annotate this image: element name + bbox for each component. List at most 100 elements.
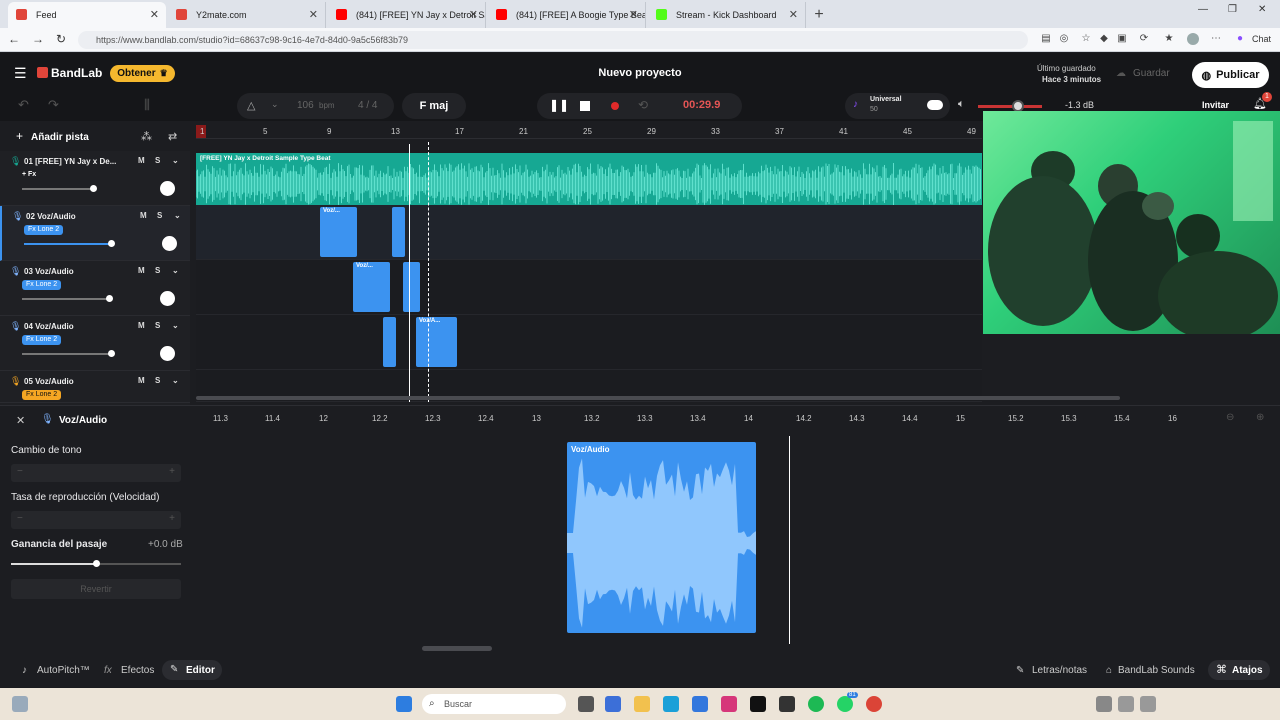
- track-volume-slider[interactable]: [24, 240, 115, 247]
- reader-icon[interactable]: ▤: [1040, 33, 1052, 45]
- time-signature[interactable]: 4 / 4: [358, 100, 377, 111]
- chat-label[interactable]: Chat: [1252, 34, 1271, 44]
- store-icon[interactable]: [692, 696, 708, 712]
- volume-knob[interactable]: [106, 295, 113, 302]
- auto-pitch-universal[interactable]: ♪ Universal 50: [845, 93, 950, 119]
- tiktok-icon[interactable]: [750, 696, 766, 712]
- fx-button[interactable]: + Fx: [22, 170, 36, 180]
- lyrics-notes-button[interactable]: Letras/notas: [1032, 665, 1087, 676]
- track-name[interactable]: [FREE] YN Jay x De...: [35, 157, 116, 166]
- editor-tab[interactable]: ✎ Editor: [162, 660, 222, 680]
- track-volume-slider[interactable]: [22, 350, 115, 357]
- audio-clip[interactable]: [392, 207, 405, 257]
- get-membership-button[interactable]: Obtener ♛: [110, 65, 175, 82]
- minus-icon[interactable]: −: [17, 466, 23, 477]
- pan-knob[interactable]: [162, 236, 177, 251]
- solo-button[interactable]: S: [157, 211, 162, 220]
- zoom-in-icon[interactable]: ⊕: [1256, 412, 1264, 423]
- audio-clip[interactable]: Voz/...: [353, 262, 390, 312]
- loop-icon[interactable]: ⟲: [638, 98, 648, 112]
- chevron-down-icon[interactable]: ⌄: [172, 266, 179, 275]
- track-volume-slider[interactable]: [22, 185, 97, 192]
- close-tab-icon[interactable]: ✕: [469, 8, 478, 21]
- publish-button[interactable]: ◍ Publicar: [1192, 62, 1269, 88]
- redo-icon[interactable]: ↷: [48, 97, 59, 113]
- zoom-out-icon[interactable]: ⊖: [1226, 412, 1234, 423]
- maximize-window-icon[interactable]: ❐: [1228, 4, 1237, 15]
- volume-knob[interactable]: [108, 240, 115, 247]
- playhead-line[interactable]: [409, 144, 410, 402]
- track-settings-icon[interactable]: ⇄: [168, 130, 177, 143]
- horizontal-scrollbar[interactable]: [196, 396, 1120, 400]
- wifi-icon[interactable]: [1118, 696, 1134, 712]
- mute-button[interactable]: M: [140, 211, 147, 220]
- close-window-icon[interactable]: ✕: [1258, 4, 1266, 15]
- browser-tab-y2mate[interactable]: Y2mate.com ✕: [168, 2, 326, 28]
- editor-scrollbar[interactable]: [422, 646, 492, 651]
- undo-icon[interactable]: ↶: [18, 97, 29, 113]
- more-icon[interactable]: ⋯: [1210, 33, 1222, 45]
- pitch-stepper[interactable]: − +: [11, 464, 181, 482]
- master-volume-slider[interactable]: [978, 100, 1042, 112]
- audio-clip[interactable]: Voz/...: [320, 207, 357, 257]
- audio-clip[interactable]: Voz/A...: [416, 317, 457, 367]
- autopitch-toggle[interactable]: [927, 100, 943, 110]
- solo-button[interactable]: S: [155, 376, 160, 385]
- save-button[interactable]: Guardar: [1133, 68, 1170, 79]
- audio-clip[interactable]: [383, 317, 396, 367]
- dropdown-chevron-icon[interactable]: ⌄: [271, 99, 279, 110]
- instagram-icon[interactable]: [721, 696, 737, 712]
- close-tab-icon[interactable]: ✕: [629, 8, 638, 21]
- mute-button[interactable]: M: [138, 376, 145, 385]
- magic-wand-icon[interactable]: ⁂: [141, 130, 152, 143]
- taskbar-search[interactable]: ⌕ Buscar: [422, 694, 566, 714]
- track-row[interactable]: 🎙︎ 02 Voz/Audio M S ⌄ Fx Lone 2: [0, 206, 190, 261]
- revert-button[interactable]: Revertir: [11, 579, 181, 599]
- new-tab-icon[interactable]: +: [806, 2, 832, 28]
- rate-stepper[interactable]: − +: [11, 511, 181, 529]
- effects-tab[interactable]: Efectos: [121, 665, 154, 676]
- pan-knob[interactable]: [160, 291, 175, 306]
- beat-audio-clip[interactable]: [FREE] YN Jay x Detroit Sample Type Beat: [196, 153, 982, 205]
- browser-tab-youtube-1[interactable]: (841) [FREE] YN Jay x Detroit Samp ✕: [328, 2, 486, 28]
- close-tab-icon[interactable]: ✕: [150, 8, 159, 21]
- track-name[interactable]: Voz/Audio: [35, 322, 74, 331]
- volume-knob[interactable]: [90, 185, 97, 192]
- tray-chevron-icon[interactable]: [1096, 696, 1112, 712]
- volume-icon[interactable]: 🔈︎: [958, 98, 965, 111]
- track-name[interactable]: Voz/Audio: [35, 267, 74, 276]
- bpm-value[interactable]: 106: [297, 100, 314, 111]
- track-row[interactable]: 🎙︎ 05 Voz/Audio M S ⌄ Fx Lone 2: [0, 371, 190, 403]
- pan-knob[interactable]: [160, 181, 175, 196]
- close-tab-icon[interactable]: ✕: [789, 8, 798, 21]
- speaker-icon[interactable]: [1140, 696, 1156, 712]
- fx-preset-badge[interactable]: Fx Lone 2: [22, 280, 62, 290]
- mixer-icon[interactable]: ⫼: [144, 97, 150, 113]
- profile-avatar[interactable]: [1187, 33, 1199, 45]
- mute-button[interactable]: M: [138, 321, 145, 330]
- key-selector[interactable]: F maj: [402, 93, 466, 119]
- invite-button[interactable]: Invitar: [1202, 100, 1229, 110]
- weather-icon[interactable]: [12, 696, 28, 712]
- extension-icon[interactable]: ▣: [1116, 33, 1128, 45]
- fx-preset-badge[interactable]: Fx Lone 2: [22, 335, 62, 345]
- refresh-page-icon[interactable]: ⟳: [1138, 33, 1150, 45]
- back-icon[interactable]: ←: [8, 32, 20, 46]
- volume-knob[interactable]: [108, 350, 115, 357]
- url-input[interactable]: https://www.bandlab.com/studio?id=68637c…: [78, 31, 1028, 49]
- copilot-icon[interactable]: ●: [1234, 33, 1246, 45]
- audio-clip[interactable]: [403, 262, 420, 312]
- solo-button[interactable]: S: [155, 321, 160, 330]
- reload-icon[interactable]: ↻: [56, 32, 66, 46]
- editor-playhead[interactable]: [789, 436, 790, 644]
- browser-tab-feed[interactable]: Feed ✕: [8, 2, 166, 28]
- copilot-taskbar-icon[interactable]: [605, 696, 621, 712]
- timeline-ruler[interactable]: 1 5 9 13 17 21 25 29 33 37 41 45 49: [196, 125, 982, 139]
- editor-ruler[interactable]: 11.3 11.4 12 12.2 12.3 12.4 13 13.2 13.3…: [196, 408, 1280, 430]
- spotify-icon[interactable]: [808, 696, 824, 712]
- track-row[interactable]: 🎙︎ 03 Voz/Audio M S ⌄ Fx Lone 2: [0, 261, 190, 316]
- mute-button[interactable]: M: [138, 156, 145, 165]
- favorites-icon[interactable]: ★: [1163, 33, 1175, 45]
- chrome-icon[interactable]: [866, 696, 882, 712]
- autopitch-tab[interactable]: AutoPitch™: [37, 665, 90, 676]
